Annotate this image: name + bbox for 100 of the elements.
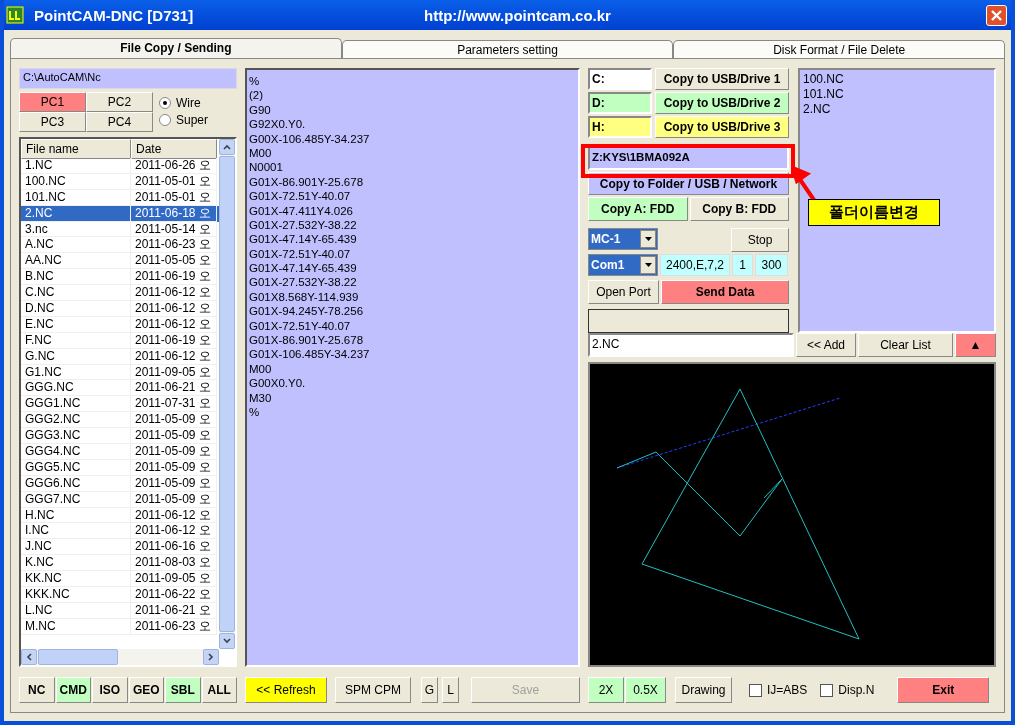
file-row[interactable]: GGG2.NC 2011-05-09 오 xyxy=(21,412,219,429)
port-setting-field[interactable]: 1 xyxy=(732,254,753,276)
table-cell: 2011-05-09 오 xyxy=(131,475,217,492)
refresh-button[interactable]: << Refresh xyxy=(245,677,327,703)
table-cell: G.NC xyxy=(21,348,131,365)
file-row[interactable]: A.NC 2011-06-23 오 xyxy=(21,237,219,254)
g-button[interactable]: G xyxy=(421,677,438,703)
code-line: G01X-86.901Y-25.678 xyxy=(249,333,365,348)
checkbox[interactable] xyxy=(749,683,762,697)
filter-button[interactable]: CMD xyxy=(55,677,91,703)
file-row[interactable]: GGG3.NC 2011-05-09 오 xyxy=(21,428,219,445)
add-button[interactable]: << Add xyxy=(796,333,856,357)
queue-item[interactable]: 100.NC xyxy=(803,72,991,87)
file-row[interactable]: KK.NC 2011-09-05 오 xyxy=(21,571,219,588)
file-row[interactable]: B.NC 2011-06-19 오 xyxy=(21,269,219,286)
port-select[interactable]: Com1 xyxy=(588,254,658,276)
column-header[interactable]: Date xyxy=(131,139,217,159)
pc-button[interactable]: PC4 xyxy=(86,112,153,132)
code-line: G90 xyxy=(249,102,272,118)
file-row[interactable]: I.NC 2011-06-12 오 xyxy=(21,523,219,540)
tab[interactable]: File Copy / Sending xyxy=(10,38,342,58)
code-line: G01X-86.901Y-25.678 xyxy=(249,174,365,190)
drive-field[interactable]: H: xyxy=(588,116,652,138)
file-row[interactable]: GGG.NC 2011-06-21 오 xyxy=(21,380,219,397)
vertical-scrollbar[interactable] xyxy=(219,139,235,649)
code-line: G01X-72.51Y-40.07 xyxy=(249,189,352,204)
l-button[interactable]: L xyxy=(442,677,459,703)
file-row[interactable]: J.NC 2011-06-16 오 xyxy=(21,539,219,556)
copy-drive-button[interactable]: Copy to USB/Drive 2 xyxy=(655,92,789,114)
target-path-field[interactable]: Z:KYS\1BMA092A xyxy=(588,146,789,170)
code-line: % xyxy=(249,405,261,420)
table-cell: 2011-05-01 오 xyxy=(131,173,217,190)
checkbox[interactable] xyxy=(820,683,834,697)
copy-fdd-button[interactable]: Copy B: FDD xyxy=(689,197,789,221)
drive-field[interactable]: C: xyxy=(588,68,652,90)
file-row[interactable]: AA.NC 2011-05-05 오 xyxy=(21,253,219,270)
table-cell: 2.NC xyxy=(21,205,131,222)
code-line: G00X-106.485Y-34.237 xyxy=(249,131,371,146)
close-icon xyxy=(990,8,1003,22)
pc-button[interactable]: PC1 xyxy=(19,92,86,112)
code-line: G01X8.568Y-114.939 xyxy=(249,289,360,305)
file-name-field[interactable]: 2.NC xyxy=(588,333,794,357)
copy-drive-button[interactable]: Copy to USB/Drive 3 xyxy=(655,116,789,138)
close-button[interactable] xyxy=(986,4,1007,26)
horizontal-scrollbar[interactable] xyxy=(21,649,219,665)
zoom-button[interactable]: 2X xyxy=(588,677,624,703)
move-up-button[interactable]: ▲ xyxy=(955,333,996,357)
drive-field[interactable]: D: xyxy=(588,92,652,114)
checkbox-label: IJ=ABS xyxy=(767,683,808,697)
file-row[interactable]: KKK.NC 2011-06-22 오 xyxy=(21,587,219,603)
queue-item[interactable]: 2.NC xyxy=(803,102,991,117)
table-cell: 1.NC xyxy=(21,158,131,174)
arrow-icon xyxy=(791,166,817,202)
table-cell: L.NC xyxy=(21,602,131,619)
filter-button[interactable]: ISO xyxy=(92,677,128,703)
pc-button[interactable]: PC2 xyxy=(86,92,153,112)
table-cell: 2011-06-23 오 xyxy=(131,618,217,635)
code-line: M30 xyxy=(249,390,273,405)
folder-path-field[interactable]: C:\AutoCAM\Nc xyxy=(19,68,237,89)
window-title: PointCAM-DNC [D731] xyxy=(34,6,195,24)
port-setting-field[interactable]: 2400,E,7,2 xyxy=(660,254,730,276)
filter-button[interactable]: GEO xyxy=(128,677,164,703)
table-cell: GGG5.NC xyxy=(21,459,131,476)
spm-cpm-button[interactable]: SPM CPM xyxy=(335,677,411,703)
code-line: G01X-47.14Y-65.439 xyxy=(249,261,358,276)
code-line: G92X0.Y0. xyxy=(249,117,307,132)
copy-drive-button[interactable]: Copy to USB/Drive 1 xyxy=(655,68,789,90)
filter-button[interactable]: SBL xyxy=(165,677,201,703)
pc-button[interactable]: PC3 xyxy=(19,112,86,132)
tab[interactable]: Parameters setting xyxy=(341,40,674,58)
radio-button[interactable] xyxy=(159,97,171,109)
code-line: G01X-72.51Y-40.07 xyxy=(249,318,352,334)
table-cell: 100.NC xyxy=(21,173,131,190)
machine-select[interactable]: MC-1 xyxy=(588,228,658,250)
filter-button[interactable]: NC xyxy=(19,677,55,703)
zoom-button[interactable]: 0.5X xyxy=(625,677,666,703)
file-row[interactable]: D.NC 2011-06-12 오 xyxy=(21,301,219,317)
column-header[interactable]: File name xyxy=(21,139,131,159)
drawing-button[interactable]: Drawing xyxy=(675,677,732,703)
clear-list-button[interactable]: Clear List xyxy=(858,333,953,357)
queue-item[interactable]: 101.NC xyxy=(803,87,991,102)
table-cell: 2011-06-26 오 xyxy=(131,158,217,174)
file-row[interactable]: K.NC 2011-08-03 오 xyxy=(21,555,219,572)
code-editor[interactable] xyxy=(245,68,580,667)
table-cell: 2011-06-12 오 xyxy=(131,316,217,333)
stop-button[interactable]: Stop xyxy=(731,228,789,252)
table-cell: 2011-06-19 오 xyxy=(131,332,217,349)
exit-button[interactable]: Exit xyxy=(897,677,990,703)
copy-fdd-button[interactable]: Copy A: FDD xyxy=(588,197,688,221)
port-setting-field[interactable]: 300 xyxy=(755,254,788,276)
radio-button[interactable] xyxy=(159,114,171,126)
file-row[interactable]: C.NC 2011-06-12 오 xyxy=(21,285,219,301)
send-data-button[interactable]: Send Data xyxy=(661,280,789,304)
filter-button[interactable]: ALL xyxy=(201,677,237,703)
file-row[interactable]: GGG1.NC 2011-07-31 오 xyxy=(21,396,219,413)
tab[interactable]: Disk Format / File Delete xyxy=(673,40,1005,58)
code-line: G01X-47.14Y-65.439 xyxy=(249,232,358,247)
file-row[interactable]: GGG4.NC 2011-05-09 오 xyxy=(21,444,219,460)
open-port-button[interactable]: Open Port xyxy=(588,280,659,304)
table-cell: 2011-06-21 오 xyxy=(131,602,217,619)
